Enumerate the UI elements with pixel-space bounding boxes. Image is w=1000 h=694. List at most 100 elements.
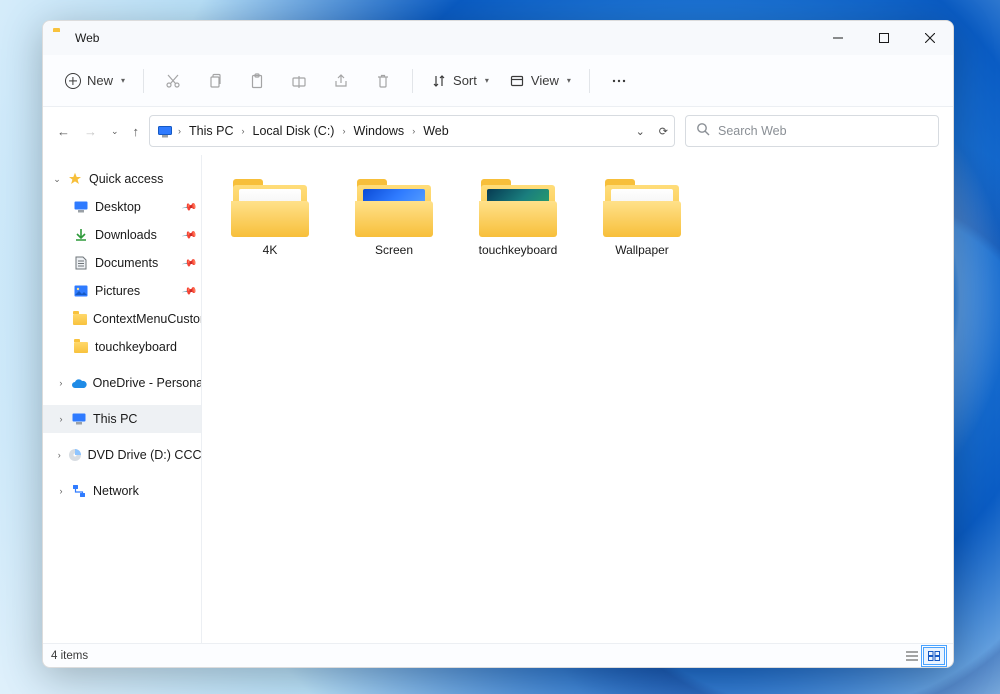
folder-icon bbox=[603, 179, 681, 237]
folder-icon bbox=[73, 339, 89, 355]
sidebar-item-label: OneDrive - Personal bbox=[93, 376, 201, 390]
desktop-icon bbox=[73, 199, 89, 215]
chevron-down-icon: ▾ bbox=[121, 76, 125, 85]
sidebar-item-documents[interactable]: Documents 📌 bbox=[43, 249, 201, 277]
pin-icon: 📌 bbox=[181, 227, 198, 243]
sidebar-item-label: ContextMenuCustomizer bbox=[93, 312, 201, 326]
sidebar-item-pictures[interactable]: Pictures 📌 bbox=[43, 277, 201, 305]
breadcrumb-separator[interactable]: › bbox=[176, 126, 183, 136]
breadcrumb-separator[interactable]: › bbox=[410, 126, 417, 136]
refresh-button[interactable]: ⟳ bbox=[659, 125, 668, 138]
network-icon bbox=[71, 483, 87, 499]
chevron-right-icon[interactable]: › bbox=[57, 450, 62, 460]
status-text: 4 items bbox=[51, 650, 88, 662]
sidebar-item-dvd[interactable]: › DVD Drive (D:) CCCOMA_X64FRE bbox=[43, 441, 201, 469]
paste-button[interactable] bbox=[238, 64, 276, 98]
breadcrumb-separator[interactable]: › bbox=[240, 126, 247, 136]
address-dropdown-button[interactable]: ⌄ bbox=[636, 125, 645, 138]
icons-view-button[interactable] bbox=[923, 647, 945, 665]
back-button[interactable]: ← bbox=[57, 124, 70, 139]
star-icon bbox=[67, 171, 83, 187]
toolbar-separator bbox=[143, 69, 144, 93]
folder-icon bbox=[479, 179, 557, 237]
pin-icon: 📌 bbox=[181, 255, 198, 271]
breadcrumb-separator[interactable]: › bbox=[340, 126, 347, 136]
plus-circle-icon bbox=[65, 73, 81, 89]
maximize-button[interactable] bbox=[861, 21, 907, 55]
share-icon bbox=[333, 73, 349, 89]
titlebar[interactable]: Web bbox=[43, 21, 953, 55]
sidebar-item-label: Network bbox=[93, 484, 139, 498]
sidebar-item-folder[interactable]: touchkeyboard bbox=[43, 333, 201, 361]
new-button[interactable]: New ▾ bbox=[57, 64, 133, 98]
ellipsis-icon bbox=[611, 73, 627, 89]
folder-label: touchkeyboard bbox=[479, 243, 558, 257]
pin-icon: 📌 bbox=[181, 199, 198, 215]
thispc-icon bbox=[158, 125, 172, 137]
folder-tile[interactable]: touchkeyboard bbox=[456, 173, 580, 281]
command-toolbar: New ▾ Sort ▾ View ▾ bbox=[43, 55, 953, 107]
sort-button[interactable]: Sort ▾ bbox=[423, 64, 497, 98]
scissors-icon bbox=[165, 73, 181, 89]
recent-locations-button[interactable]: ⌄ bbox=[111, 126, 119, 137]
sidebar-item-label: Downloads bbox=[95, 228, 157, 242]
chevron-right-icon[interactable]: › bbox=[57, 414, 65, 424]
window-title: Web bbox=[75, 31, 99, 45]
chevron-down-icon[interactable]: ⌄ bbox=[53, 174, 61, 185]
sidebar-item-desktop[interactable]: Desktop 📌 bbox=[43, 193, 201, 221]
sidebar-item-label: Pictures bbox=[95, 284, 140, 298]
chevron-down-icon: ▾ bbox=[485, 76, 489, 85]
chevron-right-icon[interactable]: › bbox=[57, 486, 65, 496]
view-button[interactable]: View ▾ bbox=[501, 64, 579, 98]
sidebar-item-onedrive[interactable]: › OneDrive - Personal bbox=[43, 369, 201, 397]
sidebar-item-label: Documents bbox=[95, 256, 158, 270]
sidebar-item-this-pc[interactable]: › This PC bbox=[43, 405, 201, 433]
rename-button[interactable] bbox=[280, 64, 318, 98]
up-button[interactable]: ↑ bbox=[133, 124, 140, 139]
document-icon bbox=[73, 255, 89, 271]
search-box[interactable] bbox=[685, 115, 939, 147]
sidebar-item-downloads[interactable]: Downloads 📌 bbox=[43, 221, 201, 249]
details-view-button[interactable] bbox=[901, 647, 923, 665]
address-bar[interactable]: › This PC › Local Disk (C:) › Windows › … bbox=[149, 115, 675, 147]
address-row: ← → ⌄ ↑ › This PC › Local Disk (C:) › Wi… bbox=[43, 107, 953, 155]
folder-icon bbox=[355, 179, 433, 237]
folder-label: Wallpaper bbox=[615, 243, 669, 257]
search-input[interactable] bbox=[718, 124, 928, 138]
sidebar-item-network[interactable]: › Network bbox=[43, 477, 201, 505]
pin-icon: 📌 bbox=[181, 283, 198, 299]
disc-icon bbox=[68, 447, 82, 463]
sidebar-item-label: This PC bbox=[93, 412, 137, 426]
copy-button[interactable] bbox=[196, 64, 234, 98]
breadcrumb-item[interactable]: Windows bbox=[351, 124, 406, 138]
breadcrumb-item[interactable]: Local Disk (C:) bbox=[251, 124, 337, 138]
minimize-button[interactable] bbox=[815, 21, 861, 55]
sidebar-quick-access[interactable]: ⌄ Quick access bbox=[43, 165, 201, 193]
share-button[interactable] bbox=[322, 64, 360, 98]
clipboard-icon bbox=[249, 73, 265, 89]
folder-label: Screen bbox=[375, 243, 413, 257]
breadcrumb-item[interactable]: Web bbox=[421, 124, 450, 138]
folder-tile[interactable]: 4K bbox=[208, 173, 332, 281]
nav-arrow-group: ← → ⌄ ↑ bbox=[57, 124, 139, 139]
close-button[interactable] bbox=[907, 21, 953, 55]
folder-tile[interactable]: Screen bbox=[332, 173, 456, 281]
cut-button[interactable] bbox=[154, 64, 192, 98]
content-area[interactable]: 4K Screen touchkeyboard Wallpaper bbox=[202, 155, 953, 643]
pictures-icon bbox=[73, 283, 89, 299]
copy-icon bbox=[207, 73, 223, 89]
trash-icon bbox=[375, 73, 391, 89]
sidebar-item-label: DVD Drive (D:) CCCOMA_X64FRE bbox=[88, 448, 201, 462]
onedrive-icon bbox=[71, 375, 87, 391]
chevron-right-icon[interactable]: › bbox=[57, 378, 65, 388]
delete-button[interactable] bbox=[364, 64, 402, 98]
explorer-body: ⌄ Quick access Desktop 📌 Downloads 📌 Doc… bbox=[43, 155, 953, 643]
breadcrumb-item[interactable]: This PC bbox=[187, 124, 235, 138]
sidebar-item-folder[interactable]: ContextMenuCustomizer bbox=[43, 305, 201, 333]
folder-tile[interactable]: Wallpaper bbox=[580, 173, 704, 281]
forward-button[interactable]: → bbox=[84, 124, 97, 139]
search-icon bbox=[696, 122, 710, 141]
more-button[interactable] bbox=[600, 64, 638, 98]
new-button-label: New bbox=[87, 73, 113, 88]
folder-icon bbox=[73, 311, 87, 327]
